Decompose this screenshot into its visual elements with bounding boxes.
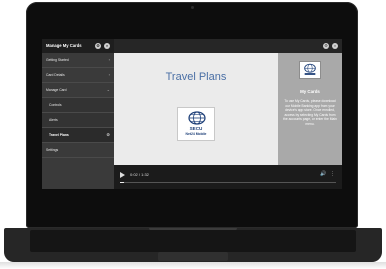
slide-content: Travel Plans SECU Net24 Mobile [114,53,278,165]
close-icon[interactable]: × [332,43,338,49]
sidebar-item-label: Controls [49,103,62,107]
more-icon[interactable]: ⋮ [330,171,335,177]
laptop-lid: Manage My Cards ⚙ × Getting Started › Ca… [26,2,358,228]
keyboard [30,230,356,252]
sidebar-item-travel-plans[interactable]: Travel Plans ⚙ [42,128,114,143]
sidebar-item-label: Getting Started [46,58,69,62]
top-bar: ⚙ × [114,39,342,53]
sidebar-header: Manage My Cards ⚙ × [42,39,114,53]
progress-bar[interactable] [120,182,336,183]
volume-icon[interactable]: 🔊 [320,171,326,177]
time-readout: 0:02 / 1:32 [130,172,149,177]
logo-text-secu: SECU [189,126,203,131]
chevron-right-icon: › [108,57,110,62]
close-icon[interactable]: × [104,43,110,49]
secu-logo: SECU Net24 Mobile [177,107,215,141]
chevron-down-icon: ⌄ [106,87,110,92]
slide-title: Travel Plans [165,71,227,83]
laptop-base [4,228,382,262]
sidebar-item-manage-card[interactable]: Manage Card ⌄ [42,83,114,98]
secu-logo-small [299,61,321,79]
webcam-icon [191,6,194,9]
app-screen: Manage My Cards ⚙ × Getting Started › Ca… [42,39,342,189]
sidebar-item-label: Travel Plans [49,133,69,137]
play-icon[interactable] [120,172,125,178]
sidebar-item-controls[interactable]: Controls [42,98,114,113]
sidebar-item-alerts[interactable]: Alerts [42,113,114,128]
sidebar: Manage My Cards ⚙ × Getting Started › Ca… [42,39,114,189]
video-controls: 0:02 / 1:32 🔊 ⋮ [114,165,342,189]
trackpad [158,252,228,261]
sidebar-item-card-details[interactable]: Card Details › [42,68,114,83]
globe-icon [188,111,206,125]
settings-icon[interactable]: ⚙ [323,43,329,49]
sidebar-item-label: Alerts [49,118,58,122]
gear-icon: ⚙ [106,132,110,137]
panel-body-text: To use My Cards, please download our Mob… [283,99,337,126]
progress-fill [120,182,125,183]
sidebar-item-label: Card Details [46,73,65,77]
shadow [0,262,386,269]
info-panel: My Cards To use My Cards, please downloa… [278,53,342,165]
sidebar-item-label: Settings [46,148,59,152]
sidebar-item-settings[interactable]: Settings [42,143,114,158]
globe-icon [304,63,316,75]
chevron-right-icon: › [108,72,110,77]
sidebar-item-label: Manage Card [46,88,67,92]
sidebar-title: Manage My Cards [46,43,82,48]
logo-text-net24: Net24 Mobile [185,132,207,136]
settings-icon[interactable]: ⚙ [95,43,101,49]
panel-heading: My Cards [300,89,320,94]
sidebar-item-getting-started[interactable]: Getting Started › [42,53,114,68]
